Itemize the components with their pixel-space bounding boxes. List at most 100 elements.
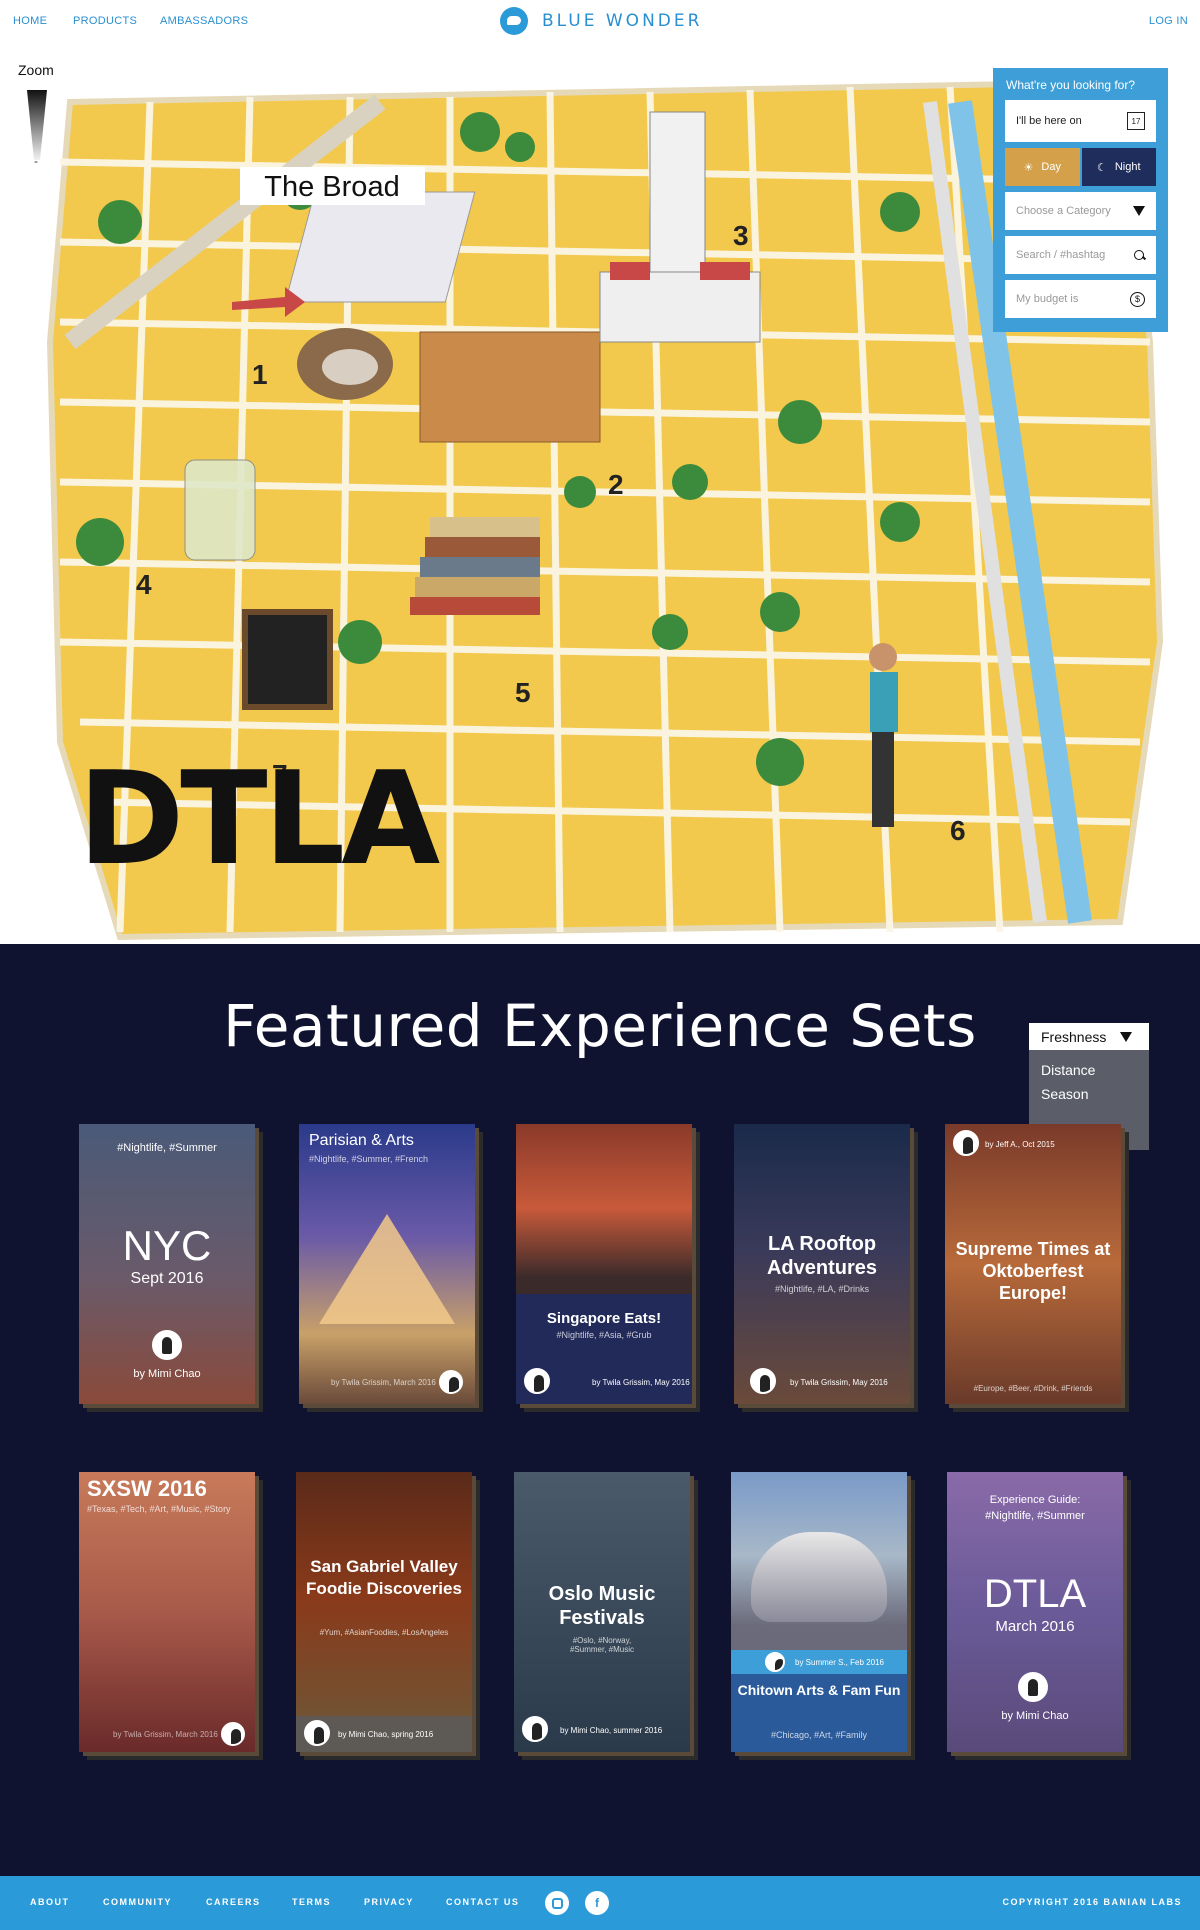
nav-home-link[interactable]: HOME <box>13 15 47 27</box>
login-link[interactable]: LOG IN <box>1149 15 1188 27</box>
author-avatar <box>439 1370 463 1394</box>
card-author: by Mimi Chao <box>133 1368 201 1380</box>
card-author: by Mimi Chao <box>1001 1710 1069 1722</box>
author-avatar <box>221 1722 245 1746</box>
card-tags: #Nightlife, #Asia, #Grub <box>556 1330 652 1340</box>
footer-terms-link[interactable]: TERMS <box>292 1897 331 1907</box>
sort-selected[interactable]: Freshness <box>1029 1023 1149 1050</box>
card-title: Chitown Arts & Fam Fun <box>737 1682 901 1698</box>
date-field-placeholder: I'll be here on <box>1016 115 1082 127</box>
card-subtitle: March 2016 <box>995 1618 1075 1635</box>
sort-option-season[interactable]: Season <box>1029 1082 1149 1106</box>
experience-card-oktoberfest[interactable]: by Jeff A., Oct 2015 Supreme Times at Ok… <box>945 1124 1129 1412</box>
experience-card-san-gabriel[interactable]: San Gabriel Valley Foodie Discoveries #Y… <box>296 1472 480 1760</box>
map-marker-3: 3 <box>733 220 749 251</box>
card-tags: #Chicago, #Art, #Family <box>770 1730 868 1740</box>
experience-card-dtla[interactable]: Experience Guide: #Nightlife, #Summer DT… <box>947 1472 1131 1760</box>
zoom-label: Zoom <box>18 62 54 78</box>
date-field[interactable]: I'll be here on 17 <box>1005 100 1156 142</box>
day-label: Day <box>1041 161 1061 173</box>
card-tags: #Texas, #Tech, #Art, #Music, #Story <box>87 1504 231 1514</box>
author-avatar <box>152 1330 182 1360</box>
budget-placeholder: My budget is <box>1016 293 1079 305</box>
budget-input[interactable]: My budget is $ <box>1005 280 1156 318</box>
card-author: by Twila Grissim, March 2016 <box>113 1730 218 1739</box>
dropdown-arrow-icon <box>1133 206 1145 216</box>
sun-icon: ☀ <box>1023 161 1034 174</box>
experience-card-la-rooftop[interactable]: LA Rooftop Adventures #Nightlife, #LA, #… <box>734 1124 918 1412</box>
experience-card-nyc[interactable]: #Nightlife, #Summer NYC Sept 2016 by Mim… <box>79 1124 263 1412</box>
search-placeholder: Search / #hashtag <box>1016 249 1106 261</box>
footer-privacy-link[interactable]: PRIVACY <box>364 1897 414 1907</box>
experience-card-chitown[interactable]: by Summer S., Feb 2016 Chitown Arts & Fa… <box>731 1472 915 1760</box>
card-author: by Twila Grissim, May 2016 <box>790 1378 888 1387</box>
card-tags: Experience Guide: #Nightlife, #Summer <box>985 1494 1085 1522</box>
facebook-icon[interactable]: f <box>585 1891 609 1915</box>
search-icon[interactable] <box>1134 249 1145 261</box>
card-tags: #Yum, #AsianFoodies, #LosAngeles <box>319 1628 449 1637</box>
author-avatar <box>953 1130 979 1156</box>
card-title: San Gabriel Valley Foodie Discoveries <box>306 1557 462 1598</box>
featured-section: Featured Experience Sets Freshness Dista… <box>0 944 1200 1876</box>
copyright-text: COPYRIGHT 2016 BANIAN LABS <box>1002 1897 1182 1907</box>
card-author: by Mimi Chao, spring 2016 <box>338 1730 434 1739</box>
map-marker-1: 1 <box>252 359 268 390</box>
experience-card-sxsw[interactable]: SXSW 2016 #Texas, #Tech, #Art, #Music, #… <box>79 1472 263 1760</box>
card-title: Singapore Eats! <box>546 1310 662 1327</box>
card-author: by Jeff A., Oct 2015 <box>985 1140 1055 1149</box>
calendar-icon[interactable]: 17 <box>1127 112 1145 130</box>
landmark-label: The Broad <box>264 171 399 203</box>
card-tags: #Europe, #Beer, #Drink, #Friends <box>973 1384 1093 1393</box>
author-avatar <box>524 1368 550 1394</box>
experience-card-singapore[interactable]: Singapore Eats! #Nightlife, #Asia, #Grub… <box>516 1124 700 1412</box>
experience-card-oslo[interactable]: Oslo Music Festivals #Oslo, #Norway, #Su… <box>514 1472 698 1760</box>
footer-community-link[interactable]: COMMUNITY <box>103 1897 172 1907</box>
instagram-icon[interactable] <box>545 1891 569 1915</box>
card-tags: #Nightlife, #Summer <box>117 1142 217 1154</box>
card-title: Oslo Music Festivals <box>548 1583 656 1629</box>
card-tags: #Oslo, #Norway, #Summer, #Music <box>569 1636 635 1654</box>
footer: ABOUT COMMUNITY CAREERS TERMS PRIVACY CO… <box>0 1876 1200 1930</box>
day-night-toggle: ☀ Day ☾ Night <box>1005 148 1156 186</box>
hero-title: DTLA <box>78 745 440 894</box>
dollar-icon: $ <box>1130 291 1145 307</box>
hero-map[interactable]: The Broad 1 2 3 4 5 6 7 Zoom - DTLA What… <box>0 42 1200 944</box>
nav-ambassadors-link[interactable]: AMBASSADORS <box>160 15 248 27</box>
card-author: by Twila Grissim, May 2016 <box>592 1378 690 1387</box>
day-button[interactable]: ☀ Day <box>1005 148 1080 186</box>
top-nav: HOME PRODUCTS AMBASSADORS BLUE WONDER LO… <box>0 0 1200 42</box>
sort-selected-label: Freshness <box>1041 1028 1107 1045</box>
search-input[interactable]: Search / #hashtag <box>1005 236 1156 274</box>
author-avatar <box>750 1368 776 1394</box>
featured-title: Featured Experience Sets <box>223 992 977 1060</box>
experience-card-paris[interactable]: Parisian & Arts #Nightlife, #Summer, #Fr… <box>299 1124 483 1412</box>
card-author: by Mimi Chao, summer 2016 <box>560 1726 663 1735</box>
map-marker-4: 4 <box>136 569 152 600</box>
card-title: NYC <box>122 1222 212 1269</box>
category-placeholder: Choose a Category <box>1016 205 1111 217</box>
chevron-down-icon <box>1120 1031 1133 1042</box>
footer-about-link[interactable]: ABOUT <box>30 1897 70 1907</box>
card-author: by Summer S., Feb 2016 <box>795 1658 884 1667</box>
footer-careers-link[interactable]: CAREERS <box>206 1897 261 1907</box>
cloud-gate-image <box>751 1532 887 1622</box>
author-avatar <box>765 1652 785 1672</box>
night-button[interactable]: ☾ Night <box>1081 148 1156 186</box>
search-panel-title: What're you looking for? <box>1006 78 1136 92</box>
author-avatar <box>304 1720 330 1746</box>
map-marker-2: 2 <box>608 469 624 500</box>
card-author: by Twila Grissim, March 2016 <box>331 1378 436 1387</box>
card-tags: #Nightlife, #LA, #Drinks <box>774 1284 870 1294</box>
sort-option-distance[interactable]: Distance <box>1029 1058 1149 1082</box>
card-title: Parisian & Arts <box>309 1132 414 1149</box>
nav-products-link[interactable]: PRODUCTS <box>73 15 137 27</box>
category-select[interactable]: Choose a Category <box>1005 192 1156 230</box>
pyramid-image <box>319 1214 455 1324</box>
card-title: Supreme Times at Oktoberfest Europe! <box>955 1239 1111 1303</box>
map-marker-5: 5 <box>515 677 531 708</box>
brand-logo-link[interactable]: BLUE WONDER <box>500 6 702 36</box>
zoom-out-icon[interactable]: - <box>34 154 38 168</box>
author-avatar <box>1018 1672 1048 1702</box>
footer-contact-link[interactable]: CONTACT US <box>446 1897 519 1907</box>
moon-icon: ☾ <box>1096 161 1107 174</box>
